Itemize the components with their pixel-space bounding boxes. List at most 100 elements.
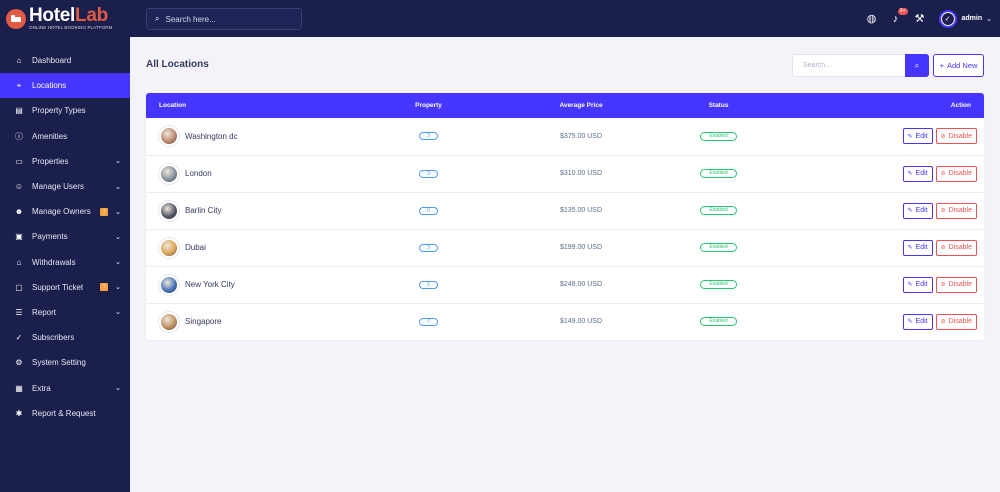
- disable-button[interactable]: ⊘ Disable: [935, 276, 977, 293]
- topbar-actions: ◍ ♪ 9+ ⚒ ✓ admin ⌄: [855, 0, 992, 37]
- edit-button[interactable]: ✎ Edit: [902, 128, 933, 145]
- table-row: London 3 $310.00 USD Enabled ✎ Edit ⊘ Disable: [146, 155, 984, 192]
- cell-action: ✎ Edit ⊘ Disable: [791, 229, 984, 266]
- globe-icon[interactable]: ◍: [865, 12, 879, 26]
- cell-average-price: $135.00 USD: [516, 192, 646, 229]
- edit-button[interactable]: ✎ Edit: [902, 239, 933, 256]
- location-cell: Barlin City: [159, 200, 341, 221]
- disable-label: Disable: [948, 244, 972, 251]
- sidebar-item-amenities[interactable]: ⓘ Amenities: [0, 124, 130, 149]
- users-icon: ☺: [14, 182, 24, 192]
- disable-button[interactable]: ⊘ Disable: [935, 202, 977, 219]
- cell-location: Washington dc: [146, 118, 341, 155]
- edit-button[interactable]: ✎ Edit: [902, 202, 933, 219]
- cell-location: London: [146, 155, 341, 192]
- pencil-icon: ✎: [907, 133, 913, 140]
- disable-label: Disable: [948, 132, 972, 140]
- cell-action: ✎ Edit ⊘ Disable: [791, 266, 984, 303]
- header-average-price: Average Price: [559, 102, 603, 109]
- edit-button[interactable]: ✎ Edit: [902, 313, 933, 330]
- disable-button[interactable]: ⊘ Disable: [935, 239, 977, 256]
- disable-label: Disable: [948, 281, 972, 288]
- edit-button[interactable]: ✎ Edit: [902, 276, 933, 293]
- sidebar-item-label: Locations: [32, 81, 67, 91]
- location-name: Dubai: [185, 243, 206, 252]
- brand-logo-area[interactable]: HotelLab ONLINE HOTEL BOOKING PLATFORM: [0, 0, 130, 37]
- sidebar-item-dashboard[interactable]: ⌂ Dashboard: [0, 48, 130, 73]
- sidebar-item-payments[interactable]: ▣ Payments ⌄: [0, 224, 130, 249]
- check-icon: ✓: [941, 12, 954, 25]
- location-name: Barlin City: [185, 206, 222, 215]
- sidebar-item-system-setting[interactable]: ⚙ System Setting: [0, 350, 130, 375]
- brand-tagline: ONLINE HOTEL BOOKING PLATFORM: [29, 25, 113, 31]
- sidebar-item-property-types[interactable]: ▤ Property Types: [0, 98, 130, 123]
- list-icon: ☰: [15, 307, 23, 317]
- average-price: $375.00 USD: [559, 132, 603, 140]
- eye-slash-icon: ⊘: [940, 245, 946, 251]
- pencil-icon: ✎: [907, 319, 913, 326]
- brand-name: HotelLab: [29, 6, 112, 25]
- disable-button[interactable]: ⊘ Disable: [935, 128, 977, 145]
- bug-icon: ✱: [15, 408, 23, 418]
- property-count-badge: 7: [419, 317, 438, 326]
- sidebar-item-report[interactable]: ☰ Report ⌄: [0, 300, 130, 325]
- chevron-down-icon: ⌄: [115, 233, 121, 241]
- location-thumbnail: [159, 274, 179, 295]
- edit-label: Edit: [915, 281, 928, 288]
- admin-name[interactable]: admin: [962, 15, 983, 22]
- pencil-icon: ✎: [907, 208, 913, 214]
- sidebar-item-withdrawals[interactable]: ⌂ Withdrawals ⌄: [0, 250, 130, 275]
- header-action: Action: [950, 102, 971, 109]
- top-search-input[interactable]: [165, 14, 286, 24]
- location-name: Singapore: [185, 317, 222, 327]
- sidebar-item-label: Manage Users: [32, 182, 85, 192]
- content-search: ⌕: [792, 54, 929, 77]
- chevron-down-icon: ⌄: [115, 385, 121, 393]
- sidebar-item-extra[interactable]: ▦ Extra ⌄: [0, 375, 130, 400]
- sidebar-item-report-request[interactable]: ✱ Report & Request: [0, 401, 130, 426]
- chevron-down-icon[interactable]: ⌄: [986, 15, 992, 23]
- disable-button[interactable]: ⊘ Disable: [935, 165, 977, 182]
- status-badge: Enabled: [700, 206, 737, 215]
- wrench-icon[interactable]: ⚒: [913, 12, 927, 26]
- cell-property: 5: [341, 266, 516, 303]
- edit-button[interactable]: ✎ Edit: [902, 165, 933, 182]
- search-button[interactable]: ⌕: [905, 54, 929, 77]
- sidebar-item-subscribers[interactable]: ✓ Subscribers: [0, 325, 130, 350]
- ticket-icon: ▢: [15, 282, 23, 292]
- chevron-down-icon: ⌄: [115, 259, 121, 267]
- sidebar-item-locations[interactable]: ⌖ Locations: [0, 73, 130, 99]
- status-badge: Enabled: [700, 131, 737, 141]
- building-icon: ▤: [15, 106, 23, 116]
- average-price: $310.00 USD: [559, 170, 603, 177]
- cell-location: New York City: [146, 266, 341, 303]
- disable-button[interactable]: ⊘ Disable: [935, 313, 977, 330]
- locations-table: Location Property Average Price Status A…: [146, 93, 984, 340]
- property-count-badge: 0: [419, 206, 438, 215]
- sidebar-item-properties[interactable]: ▭ Properties ⌄: [0, 149, 130, 174]
- sidebar-item-manage-users[interactable]: ☺ Manage Users ⌄: [0, 174, 130, 199]
- sidebar-item-label: Withdrawals: [32, 257, 76, 267]
- pencil-icon: ✎: [907, 245, 913, 251]
- cell-property: 0: [341, 192, 516, 229]
- add-new-button[interactable]: + Add New: [933, 54, 984, 77]
- bell-icon[interactable]: ♪ 9+: [889, 7, 908, 26]
- sidebar-item-manage-owners[interactable]: ☻ Manage Owners! ⌄: [0, 199, 130, 224]
- header-status: Status: [708, 102, 729, 109]
- cell-average-price: $248.00 USD: [516, 266, 646, 303]
- cell-action: ✎ Edit ⊘ Disable: [791, 155, 984, 192]
- avatar[interactable]: ✓: [938, 9, 957, 28]
- header-property: Property: [415, 102, 442, 109]
- cell-status: Enabled: [646, 229, 791, 266]
- top-search-box[interactable]: ⌕: [146, 8, 302, 30]
- owners-icon: ☻: [14, 207, 24, 217]
- cell-status: Enabled: [646, 118, 791, 155]
- sidebar-item-label: Subscribers: [32, 333, 75, 343]
- alert-badge: !: [100, 207, 109, 216]
- edit-label: Edit: [915, 132, 928, 140]
- chevron-down-icon: ⌄: [115, 183, 121, 191]
- location-cell: Washington dc: [159, 126, 341, 147]
- location-search-input[interactable]: [792, 54, 905, 77]
- sidebar-item-support-ticket[interactable]: ▢ Support Ticket! ⌄: [0, 275, 130, 300]
- disable-label: Disable: [948, 170, 972, 177]
